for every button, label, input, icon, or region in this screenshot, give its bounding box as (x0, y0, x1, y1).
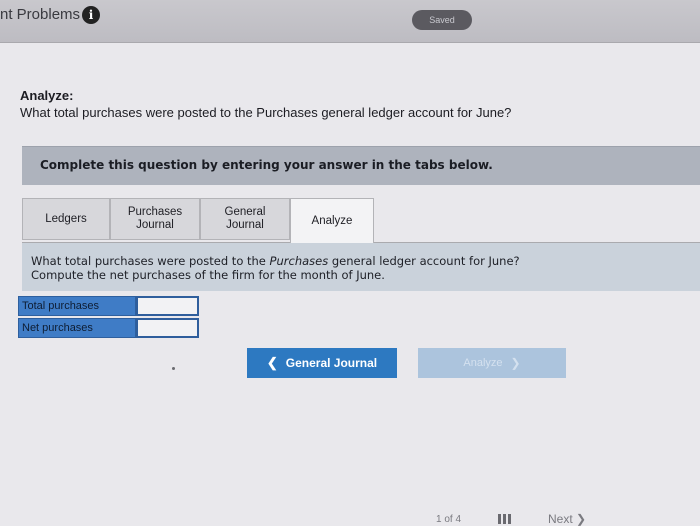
question-line-1-post: general ledger account for June? (328, 254, 520, 268)
tab-purchases-journal-label-1: Purchases (127, 206, 183, 218)
chevron-right-icon: ❯ (576, 512, 587, 526)
saved-status-badge: Saved (412, 10, 472, 30)
tab-purchases-journal[interactable]: Purchases Journal (110, 198, 200, 240)
next-button-label: Analyze (463, 357, 503, 369)
total-purchases-input[interactable] (136, 296, 199, 316)
question-box: What total purchases were posted to the … (22, 243, 700, 291)
prev-button-label: General Journal (285, 356, 378, 370)
tab-general-journal-label-2: Journal (226, 219, 264, 231)
analyze-heading: Analyze: (20, 88, 74, 103)
question-line-1: What total purchases were posted to the … (31, 254, 520, 268)
tab-general-journal[interactable]: General Journal (200, 198, 290, 240)
question-line-2: Compute the net purchases of the firm fo… (31, 268, 385, 282)
tab-strip: Ledgers Purchases Journal General Journa… (22, 198, 700, 243)
analyze-section: Analyze: What total purchases were poste… (20, 88, 511, 120)
tab-analyze-label: Analyze (311, 214, 353, 227)
tab-general-journal-label-1: General (224, 206, 266, 218)
footer-next-label: Next (548, 512, 573, 526)
info-icon[interactable]: i (82, 6, 100, 24)
instruction-text: Complete this question by entering your … (40, 158, 493, 172)
next-analyze-button[interactable]: Analyze ❯ (418, 348, 566, 378)
grid-icon[interactable] (498, 514, 512, 524)
net-purchases-input[interactable] (136, 318, 199, 338)
chevron-right-icon: ❯ (510, 356, 521, 370)
answer-row: Total purchases (18, 296, 200, 318)
tab-ledgers[interactable]: Ledgers (22, 198, 110, 240)
question-line-1-em: Purchases (269, 254, 329, 268)
cursor-dot (172, 367, 175, 370)
tab-purchases-journal-label-2: Journal (136, 219, 174, 231)
chevron-left-icon: ❮ (266, 355, 278, 370)
top-bar: nt Problems i Saved (0, 0, 700, 43)
tab-analyze[interactable]: Analyze (290, 198, 374, 243)
instruction-banner: Complete this question by entering your … (22, 146, 700, 185)
question-line-1-pre: What total purchases were posted to the (31, 254, 270, 268)
total-purchases-label: Total purchases (18, 296, 136, 316)
assignment-title: nt Problems (0, 6, 81, 23)
page-indicator: 1 of 4 (436, 514, 462, 525)
prev-general-journal-button[interactable]: ❮ General Journal (247, 348, 397, 378)
tab-ledgers-label: Ledgers (45, 212, 87, 225)
analyze-question: What total purchases were posted to the … (20, 105, 512, 120)
answer-table: Total purchases Net purchases (18, 296, 200, 340)
net-purchases-label: Net purchases (18, 318, 136, 338)
answer-row: Net purchases (18, 318, 200, 340)
footer-next-button[interactable]: Next ❯ (548, 512, 586, 526)
